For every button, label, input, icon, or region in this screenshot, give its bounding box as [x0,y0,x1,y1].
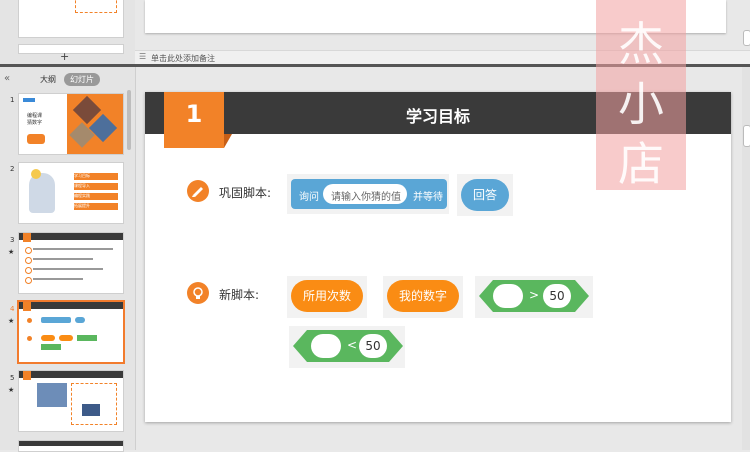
tab-slides[interactable]: 幻灯片 [64,73,100,86]
animation-star-icon: ★ [8,248,15,256]
number-box-fold [224,134,232,148]
text-line [33,248,113,250]
ask-input[interactable]: 请输入你猜的值 [323,184,407,204]
bullet-icon [25,247,32,254]
bullet-icon [25,267,32,274]
answer-block[interactable]: 回答 [461,179,509,211]
thumbnail-image [37,383,67,407]
person-image [29,173,55,213]
watermark-char: 小 [618,77,664,131]
thumbnail-banner [19,441,123,446]
top-scrollbar-thumb[interactable] [743,30,750,46]
thumbnail-box [71,383,117,425]
bullet-icon [25,277,32,284]
row1-label: 巩固脚本: [219,186,272,200]
collapse-panel-icon[interactable]: « [4,73,10,84]
variable-block-times-used[interactable]: 所用次数 [291,280,363,312]
photo-tile [88,113,118,143]
greater-than-block[interactable]: > 50 [479,280,589,312]
bullet-icon [27,336,32,341]
gt-left-input[interactable] [493,284,523,308]
thumbnail-compare-block [41,344,61,350]
watermark-char: 杰 [618,17,664,71]
row2-label: 新脚本: [219,288,260,302]
thumbnail-menu-item: 学习目标 [74,173,118,180]
lightbulb-icon [187,282,209,304]
animation-star-icon: ★ [8,386,15,394]
thumbnail-number: 1 [10,96,15,104]
variable-block-my-number[interactable]: 我的数字 [387,280,459,312]
thumbnail-number-box [23,302,31,311]
thumbnail-menu-item: 编程实践 [74,193,118,200]
slide-thumbnail-5[interactable] [18,370,124,432]
thumbnail-box [75,0,117,13]
slide-thumbnail-4-selected[interactable] [17,300,125,364]
thumbnail-number-box [23,233,31,242]
notes-placeholder[interactable]: 单击此处添加备注 [151,53,215,64]
lt-operator: < [347,338,358,352]
animation-star-icon: ★ [8,317,15,325]
slide-number: 1 [185,100,203,128]
thumbnail-banner [19,302,123,309]
text-line [33,278,83,280]
thumbnail-number: 4 [10,305,15,313]
thumbnail-banner [19,233,123,240]
slide-thumbnail-partial[interactable] [18,44,124,54]
left-panel-top: + [0,0,135,64]
watermark-stamp: 杰 小 店 [596,0,686,191]
less-than-block[interactable]: < 50 [293,330,403,362]
thumbnail-answer-block [75,317,85,323]
text-line [33,268,103,270]
thumbnail-banner [19,371,123,378]
logo-icon [23,98,35,102]
bulb-icon [31,169,41,179]
slide-thumbnail-3[interactable] [18,232,124,294]
photo-collage [67,94,123,154]
thumbnail-var-block [59,335,73,341]
thumbnail-ask-block [41,317,71,323]
thumbnail-menu-item: 课程导入 [74,183,118,190]
gt-operator: > [529,288,540,302]
gt-right-input[interactable]: 50 [543,284,571,308]
thumbnail-var-block [41,335,55,341]
thumbnail-text: 编程课 [27,113,43,119]
tab-outline[interactable]: 大纲 [40,74,56,85]
thumbnail-number: 2 [10,165,15,173]
slide-title[interactable]: 学习目标 [345,103,531,127]
notes-icon: ☰ [139,52,147,61]
thumbnail-number-box [23,371,31,380]
slide-thumbnail-2[interactable]: 学习目标 课程导入 编程实践 拓展提升 [18,162,124,224]
bullet-icon [25,257,32,264]
bullet-icon [27,318,32,323]
watermark-char: 店 [618,137,664,191]
thumbnail-number: 5 [10,374,15,382]
pencil-icon [187,180,209,202]
thumbnail-menu-item: 拓展提升 [74,203,118,210]
ask-prefix: 询问 [299,192,319,203]
text-line [33,258,93,260]
ask-suffix: 并等待 [413,192,443,203]
scrollbar-thumb[interactable] [743,125,750,147]
ask-input-text: 请输入你猜的值 [331,192,401,203]
slide-thumbnail-1[interactable]: 编程课 猜数字 [18,93,124,155]
gamepad-icon [27,134,45,144]
slide-thumbnail-prev[interactable] [18,0,124,38]
ask-and-wait-block[interactable]: 询问 请输入你猜的值 并等待 [291,179,447,209]
thumbnail-number: 3 [10,236,15,244]
thumbnail-image [82,404,100,416]
add-slide-button[interactable]: + [60,50,69,63]
slide-thumbnail-6-partial[interactable] [18,440,124,452]
lt-right-input[interactable]: 50 [359,334,387,358]
panel-scrollbar[interactable] [127,90,131,150]
thumbnail-compare-block [77,335,97,341]
thumbnail-text: 猜数字 [27,120,43,126]
lt-left-input[interactable] [311,334,341,358]
